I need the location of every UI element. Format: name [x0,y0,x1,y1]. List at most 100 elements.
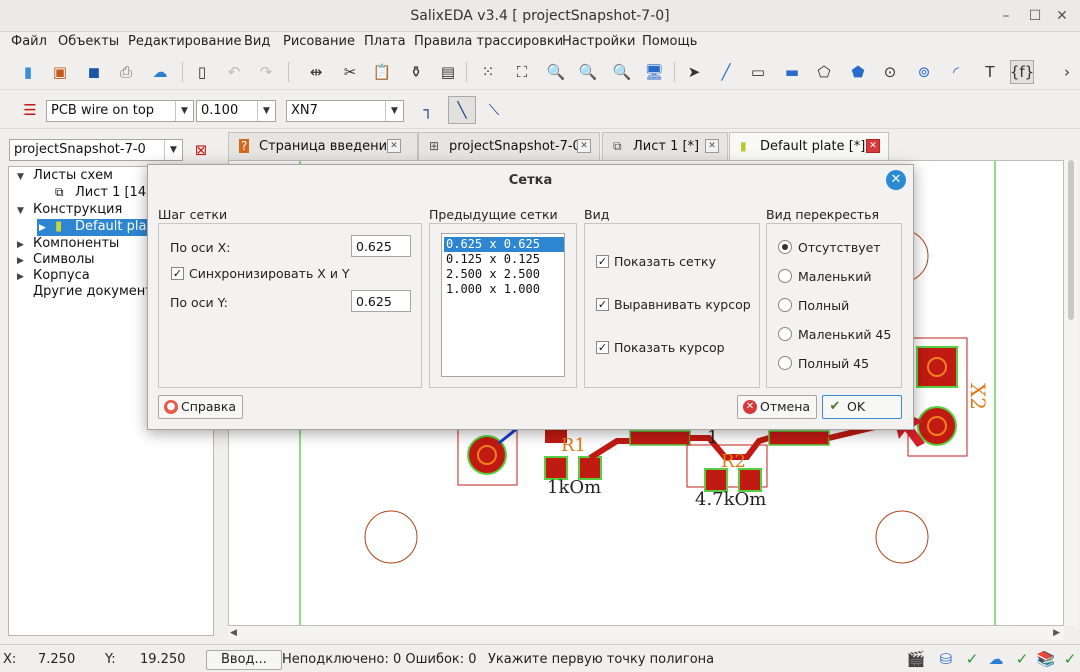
open-project-icon[interactable]: ▣ [48,60,72,84]
tree-item-other[interactable]: Другие документ [33,284,153,299]
expand-arrow-icon[interactable]: ▼ [17,172,24,182]
horizontal-scrollbar[interactable]: ◀ ▶ [228,626,1064,640]
menu-settings[interactable]: Настройки [562,34,635,49]
filled-polygon-icon[interactable]: ⬟ [846,60,870,84]
close-icon[interactable]: ✕ [577,139,591,153]
cloud-status-icon[interactable]: ☁ [984,647,1008,671]
arc-icon[interactable]: ◜ [944,60,968,84]
sync-xy-checkbox[interactable]: ✓ [171,267,184,280]
ok-button[interactable]: ✔ OK [822,395,902,419]
scroll-left-icon[interactable]: ◀ [230,628,237,638]
layer-select[interactable]: PCB wire on top ▼ [46,100,194,122]
tree-item-construction[interactable]: Конструкция [33,202,122,217]
filled-rect-icon[interactable]: ▬ [780,60,804,84]
input-button[interactable]: Ввод... [206,650,282,670]
show-grid-checkbox[interactable]: ✓ [596,255,609,268]
text-icon[interactable]: T [978,60,1002,84]
tab-default-plate[interactable]: ▮ Default plate [*] ✕ [729,132,889,160]
tree-item-plate[interactable]: Default pla [75,219,146,234]
zoom-out-icon[interactable]: 🔍 [576,60,600,84]
zoom-in-icon[interactable]: 🔍 [544,60,568,84]
expand-arrow-icon[interactable]: ▶ [17,256,24,266]
close-icon[interactable]: ✕ [387,139,401,153]
list-item[interactable]: 0.125 x 0.125 [444,252,564,267]
close-icon[interactable]: ✕ [705,139,719,153]
menu-draw[interactable]: Рисование [283,34,355,49]
grid-icon[interactable]: ⁙ [476,60,500,84]
menu-routing-rules[interactable]: Правила трассировки [414,34,563,49]
expand-arrow-icon[interactable]: ▶ [17,240,24,250]
tree-item-sheet1[interactable]: Лист 1 [14 [75,185,146,200]
prev-grids-list[interactable]: 0.625 x 0.625 0.125 x 0.125 2.500 x 2.50… [441,233,565,377]
list-item[interactable]: 1.000 x 1.000 [444,282,564,297]
crosshair-small-radio[interactable] [778,269,792,283]
project-select[interactable]: projectSnapshot-7-0 ▼ [9,139,183,161]
corner-90-icon[interactable]: ┐ [416,98,440,122]
tree-item-symbols[interactable]: Символы [33,252,95,267]
net-select[interactable]: XN7 ▼ [286,100,404,122]
rect-icon[interactable]: ▭ [746,60,770,84]
overflow-icon[interactable]: › [1060,60,1074,84]
tree-item-packages[interactable]: Корпуса [33,268,90,283]
page-icon[interactable]: ▯ [190,60,214,84]
close-project-icon[interactable]: ⊠ [189,138,213,162]
polygon-icon[interactable]: ⬠ [812,60,836,84]
minimize-icon[interactable]: – [996,6,1016,26]
books-icon[interactable]: 📚 [1034,647,1058,671]
zoom-fit-icon[interactable]: ⛶ [510,60,534,84]
tab-intro[interactable]: ? Страница введения ✕ [228,132,418,160]
crosshair-full-radio[interactable] [778,298,792,312]
close-icon[interactable]: ✕ [866,139,880,153]
line-icon[interactable]: ╱ [714,60,738,84]
redo-icon[interactable]: ↷ [254,60,278,84]
maximize-icon[interactable]: ☐ [1025,6,1045,26]
circle-icon[interactable]: ⊙ [878,60,902,84]
expand-arrow-icon[interactable]: ▼ [17,206,24,216]
expand-arrow-icon[interactable]: ▶ [39,223,46,233]
zoom-window-icon[interactable]: 🔍 [610,60,634,84]
print-icon[interactable]: ⎙ [114,60,138,84]
menu-edit[interactable]: Редактирование [128,34,241,49]
network-icon[interactable]: ⛁ [934,647,958,671]
menu-help[interactable]: Помощь [642,34,697,49]
crosshair-small45-radio[interactable] [778,327,792,341]
filled-circle-icon[interactable]: ⊚ [912,60,936,84]
crosshair-full45-radio[interactable] [778,356,792,370]
tab-sheet1[interactable]: ⧉ Лист 1 [*] ✕ [602,132,728,160]
save-icon[interactable]: ◼ [82,60,106,84]
clapper-icon[interactable]: 🎬 [904,647,928,671]
wire-width-select[interactable]: 0.100 ▼ [196,100,276,122]
menu-view[interactable]: Вид [244,34,270,49]
corner-45-icon[interactable]: ╲ [448,96,476,124]
field-icon[interactable]: {f} [1010,60,1034,84]
layers-icon[interactable]: ☰ [18,98,42,122]
clean-icon[interactable]: ⚱ [404,60,428,84]
cloud-icon[interactable]: ☁ [148,60,172,84]
crosshair-none-radio[interactable] [778,240,792,254]
x-step-input[interactable]: 0.625 [351,235,411,257]
scroll-right-icon[interactable]: ▶ [1053,628,1060,638]
paste-icon[interactable]: 📋 [370,60,394,84]
menu-file[interactable]: Файл [11,34,47,49]
show-cursor-checkbox[interactable]: ✓ [596,341,609,354]
tab-project[interactable]: ⊞ projectSnapshot-7-0 ✕ [418,132,600,160]
dialog-close-icon[interactable]: ✕ [886,170,906,190]
mirror-icon[interactable]: ⇹ [304,60,328,84]
menu-board[interactable]: Плата [364,34,406,49]
scroll-thumb[interactable] [1068,160,1074,320]
undo-icon[interactable]: ↶ [222,60,246,84]
select-arrow-icon[interactable]: ➤ [682,60,706,84]
tree-item-schemes[interactable]: Листы схем [33,168,113,183]
menu-objects[interactable]: Объекты [58,34,119,49]
monitor-icon[interactable]: 🖥 [642,60,666,84]
list-item[interactable]: 2.500 x 2.500 [444,267,564,282]
cut-icon[interactable]: ✂ [338,60,362,84]
help-button[interactable]: ● Справка [158,395,244,419]
properties-icon[interactable]: ▤ [436,60,460,84]
cancel-button[interactable]: ✕ Отмена [737,395,818,419]
align-cursor-checkbox[interactable]: ✓ [596,298,609,311]
expand-arrow-icon[interactable]: ▶ [17,272,24,282]
close-icon[interactable]: ✕ [1052,6,1072,26]
vertical-scrollbar[interactable] [1064,160,1078,626]
y-step-input[interactable]: 0.625 [351,290,411,312]
